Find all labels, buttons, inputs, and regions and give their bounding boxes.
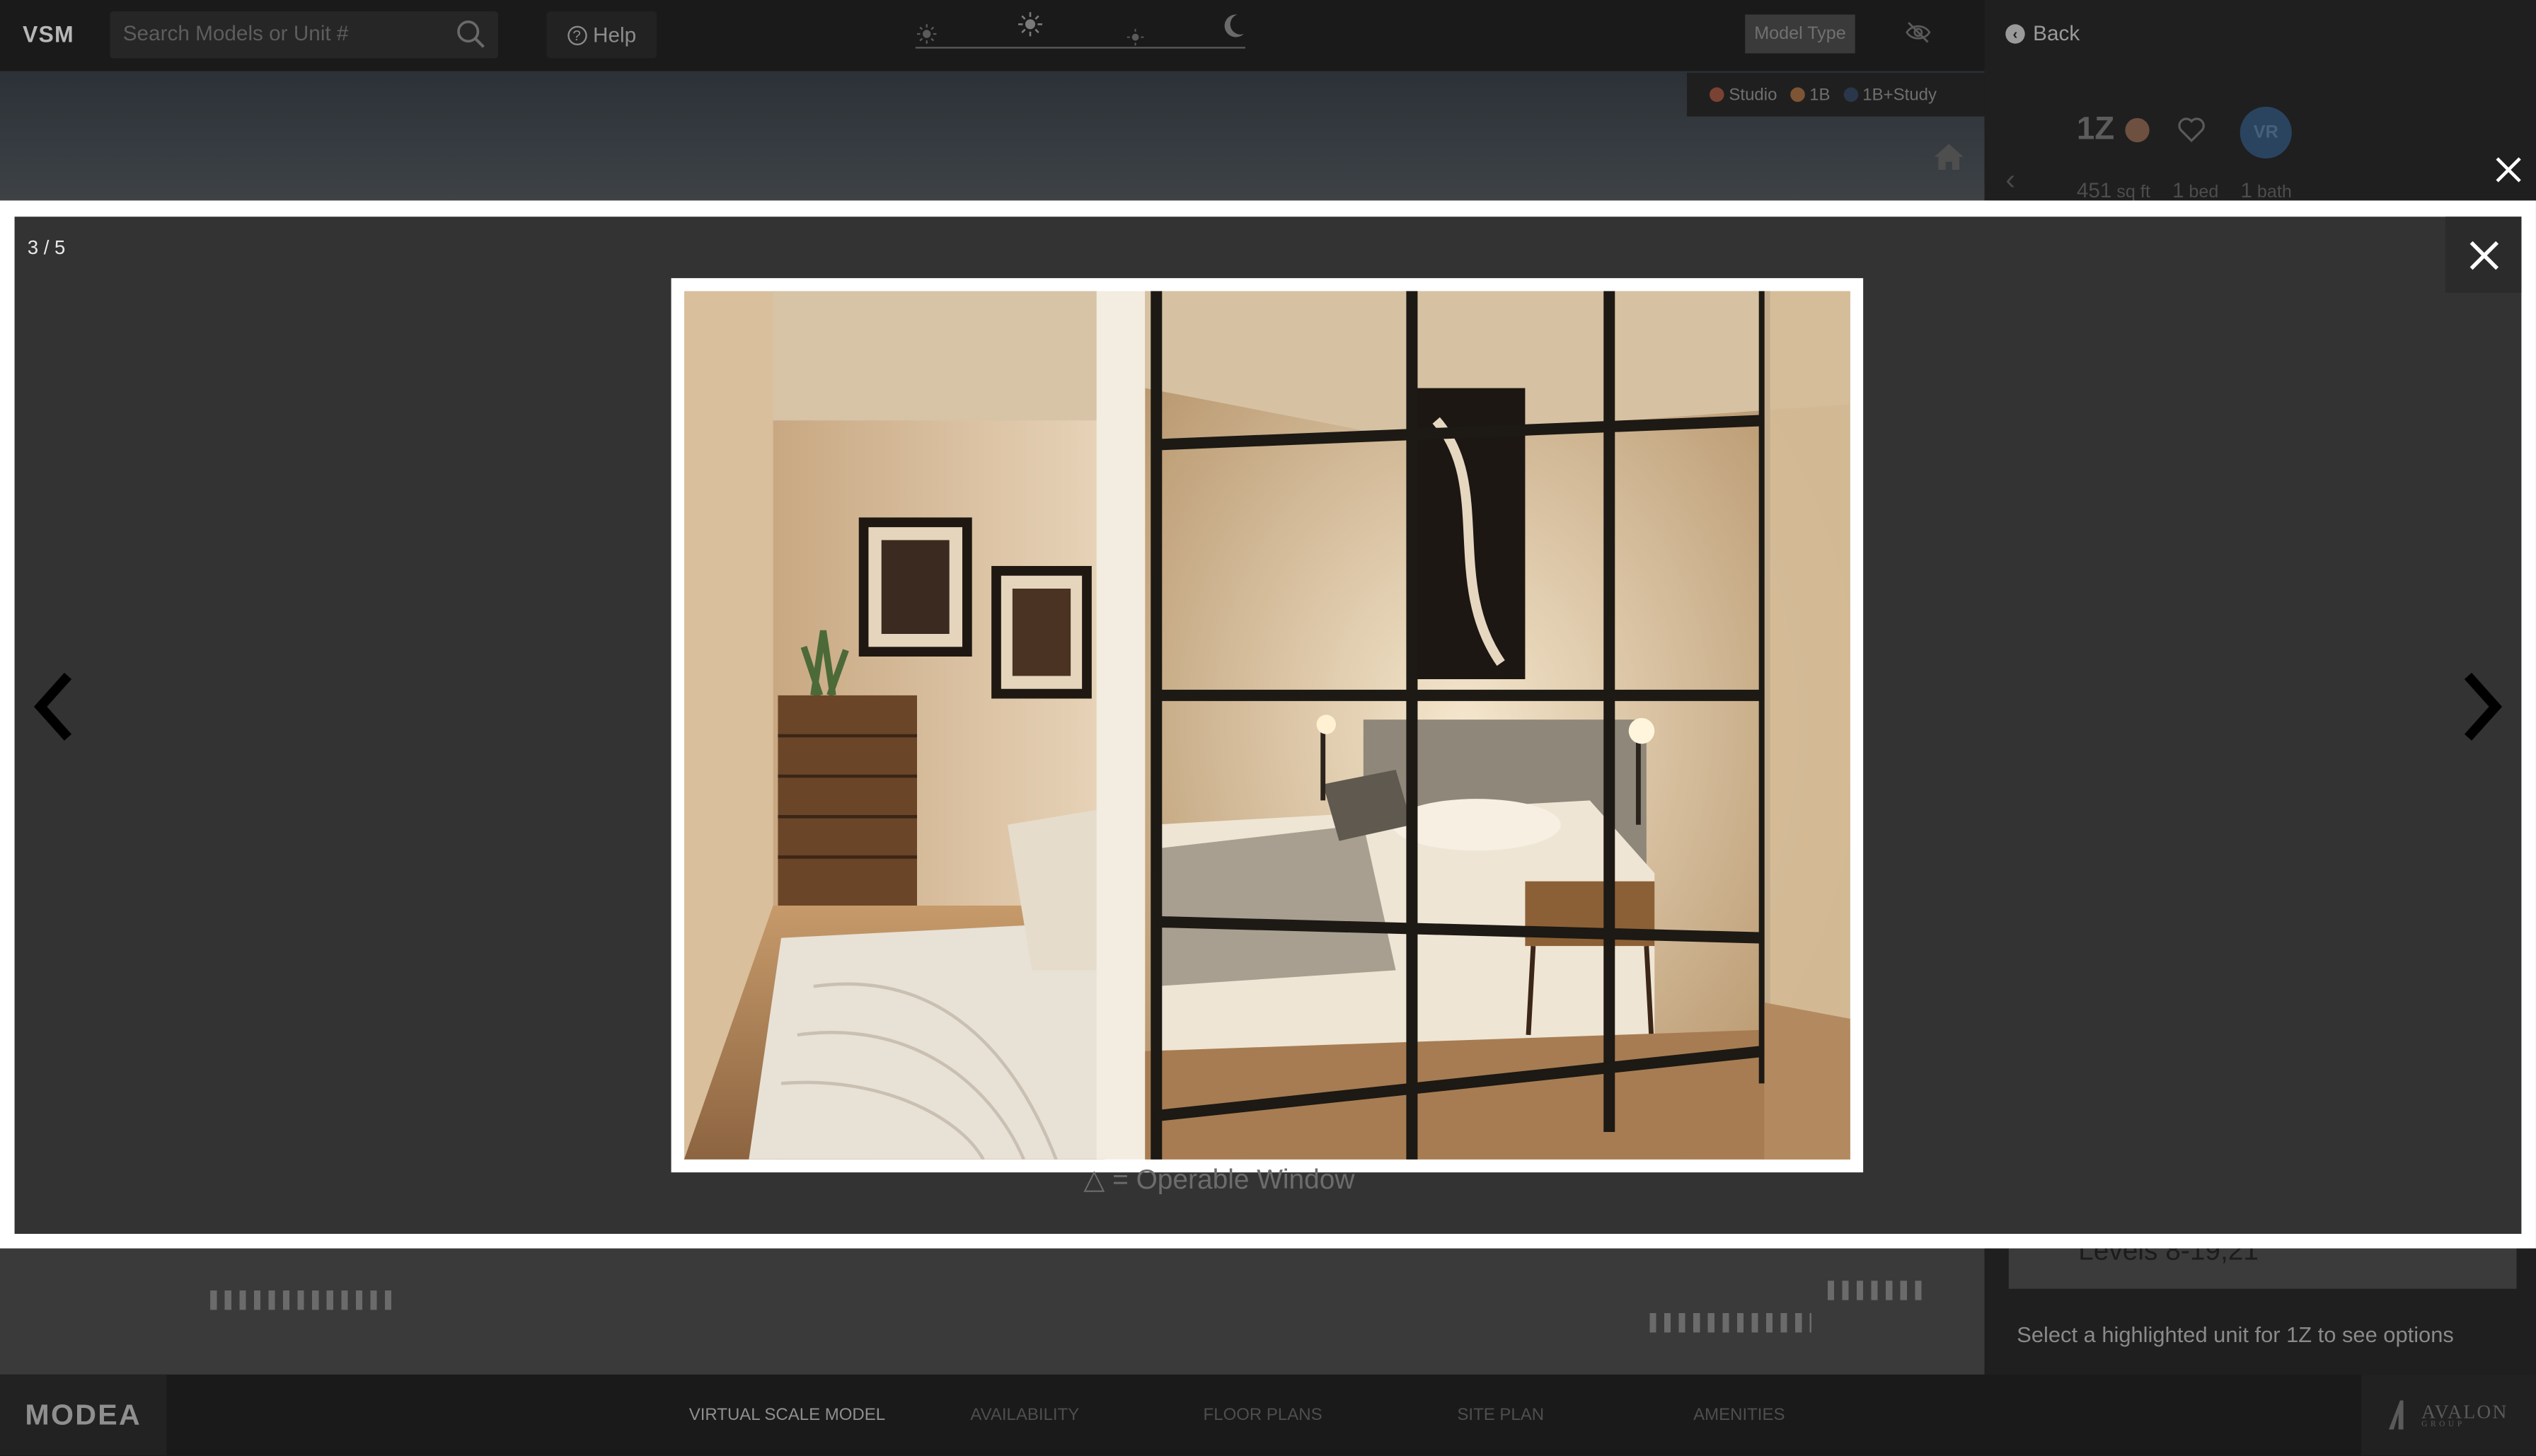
search-box (110, 11, 498, 59)
legend-1b: 1B (1789, 85, 1831, 104)
nav-availability[interactable]: AVAILABILITY (970, 1405, 1079, 1424)
sqft-value: 451 (2076, 178, 2112, 202)
crosswalk (1827, 1281, 1925, 1300)
close-icon (2469, 240, 2498, 270)
unit-stats: 451 sq ft 1 bed 1 bath (2077, 178, 2308, 202)
app-root: VSM ? Help Model Type Studio 1B 1B+Study (0, 0, 2536, 1456)
back-arrow-icon: ‹ (2005, 23, 2025, 43)
heart-icon[interactable] (2177, 115, 2206, 144)
eye-off-icon[interactable] (1906, 19, 1932, 45)
time-of-day-slider[interactable] (909, 6, 1252, 58)
vr-button[interactable]: VR (2240, 106, 2292, 158)
crosswalk (210, 1290, 396, 1310)
image-counter: 3 / 5 (27, 236, 66, 259)
unit-type-color-dot (2125, 117, 2150, 143)
sunset-icon[interactable] (1126, 28, 1145, 47)
sun-icon[interactable] (1018, 11, 1044, 37)
time-slider-track (915, 47, 1245, 49)
help-label: Help (592, 22, 637, 47)
avalon-wordmark: AVALON GROUP (2421, 1399, 2508, 1429)
close-icon[interactable] (2494, 155, 2523, 184)
nav-site-plan[interactable]: SITE PLAN (1457, 1405, 1544, 1424)
moon-icon[interactable] (1223, 13, 1245, 39)
home-icon[interactable] (1932, 142, 1965, 171)
image-lightbox: 3 / 5 (14, 216, 2522, 1234)
sunrise-icon[interactable] (916, 23, 938, 45)
lightbox-close-button[interactable] (2445, 216, 2522, 293)
unit-name: 1Z (2076, 111, 2115, 147)
baths-value: 1 (2240, 178, 2253, 202)
top-bar: VSM ? Help Model Type (0, 0, 1985, 71)
back-label: Back (2033, 21, 2080, 45)
nav-floor-plans[interactable]: FLOOR PLANS (1204, 1405, 1322, 1424)
unit-type-legend: Studio 1B 1B+Study (1686, 72, 1985, 117)
modea-logo[interactable]: MODEA (0, 1374, 167, 1456)
avalon-mark-icon (2389, 1400, 2404, 1430)
footer-nav: MODEA VIRTUAL SCALE MODEL AVAILABILITY F… (0, 1374, 2536, 1456)
operable-window-note: △ = Operable Window (1083, 1164, 1355, 1196)
chevron-left-icon[interactable] (26, 669, 84, 744)
levels-box: Levels 8-19,21 (2008, 1235, 2517, 1289)
legend-1b-study: 1B+Study (1843, 85, 1937, 104)
search-input[interactable] (122, 21, 446, 45)
legend-studio: Studio (1709, 85, 1777, 104)
legend-dot-1b-study (1843, 86, 1858, 101)
legend-dot-1b (1789, 86, 1805, 101)
model-type-toggle[interactable]: Model Type (1745, 14, 1855, 54)
nav-amenities[interactable]: AMENITIES (1693, 1405, 1785, 1424)
legend-dot-studio (1709, 86, 1724, 101)
vsm-logo[interactable]: VSM (23, 21, 74, 47)
beds-value: 1 (2172, 178, 2184, 202)
chevron-left-icon[interactable]: ‹ (2005, 163, 2015, 197)
street-scene (0, 1248, 1985, 1375)
help-button[interactable]: ? Help (546, 11, 657, 59)
beds-unit: bed (2189, 183, 2219, 202)
chevron-right-icon[interactable] (2452, 669, 2510, 744)
select-hint: Select a highlighted unit for 1Z to see … (2017, 1322, 2454, 1347)
sqft-unit: sq ft (2116, 183, 2150, 202)
back-button[interactable]: ‹ Back (2005, 21, 2080, 45)
nav-virtual-scale-model[interactable]: VIRTUAL SCALE MODEL (689, 1405, 885, 1424)
bedroom-photo (684, 291, 1850, 1160)
gallery-photo-frame (671, 278, 1864, 1173)
question-icon: ? (567, 25, 587, 45)
crosswalk (1649, 1312, 1811, 1333)
baths-unit: bath (2257, 183, 2292, 202)
avalon-logo: AVALON GROUP (2361, 1374, 2536, 1456)
search-icon[interactable] (456, 19, 485, 48)
